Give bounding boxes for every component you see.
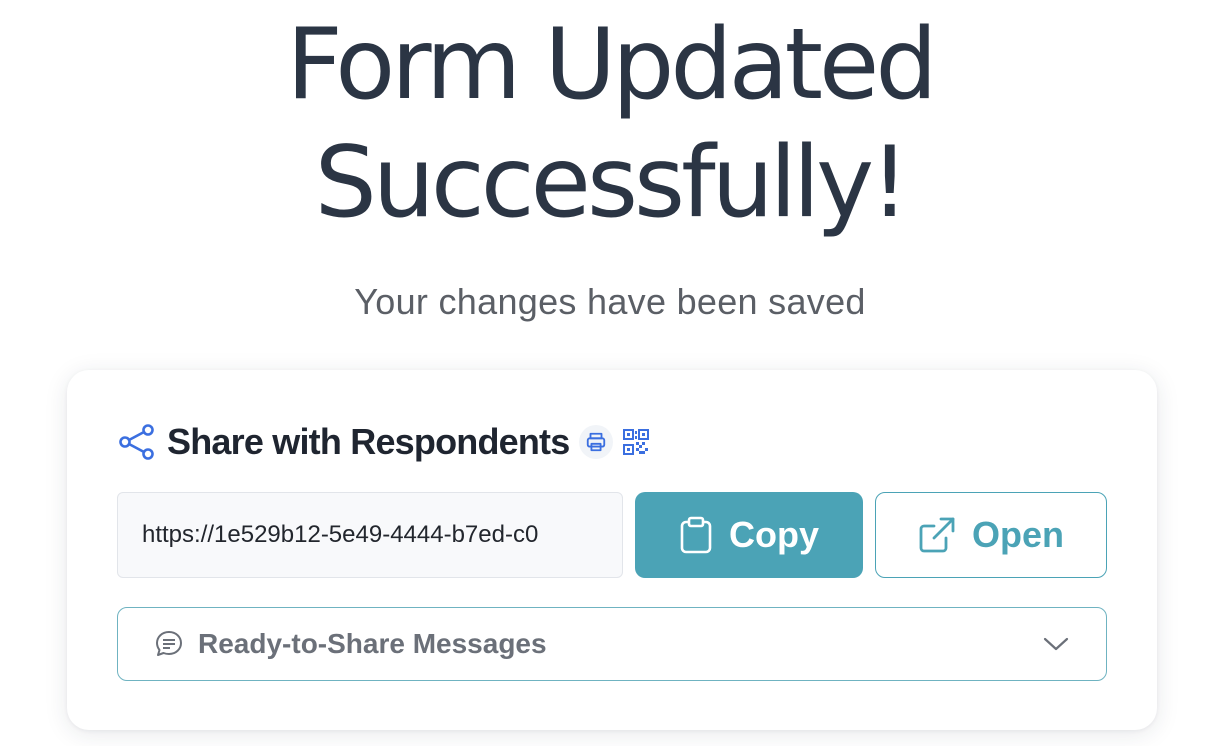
share-url-input[interactable] (117, 492, 623, 578)
page-title-line-2: Successfully! (314, 126, 910, 240)
page-subtitle: Your changes have been saved (354, 281, 866, 322)
page-title: Form Updated Successfully! (0, 6, 1220, 242)
chevron-down-icon (1042, 635, 1070, 653)
chat-bubble-icon (154, 629, 184, 659)
share-header: Share with Respondents (117, 418, 651, 466)
external-link-icon (918, 516, 956, 554)
ready-to-share-messages-dropdown[interactable]: Ready-to-Share Messages (117, 607, 1107, 681)
share-icon (117, 422, 157, 462)
qr-code-button[interactable] (621, 427, 651, 457)
printer-icon (585, 431, 607, 453)
copy-button[interactable]: Copy (635, 492, 863, 578)
qr-code-icon (623, 429, 650, 455)
messages-dropdown-label: Ready-to-Share Messages (198, 628, 547, 659)
copy-button-label: Copy (729, 514, 819, 555)
open-button-label: Open (971, 514, 1064, 555)
print-button[interactable] (579, 425, 614, 459)
share-card: Share with Respondents https://1e529b12-… (67, 370, 1157, 730)
page-title-line-1: Form Updated (286, 8, 937, 122)
share-title: Share with Respondents (167, 421, 570, 462)
clipboard-icon (679, 516, 713, 554)
open-button[interactable]: Open (875, 492, 1107, 578)
